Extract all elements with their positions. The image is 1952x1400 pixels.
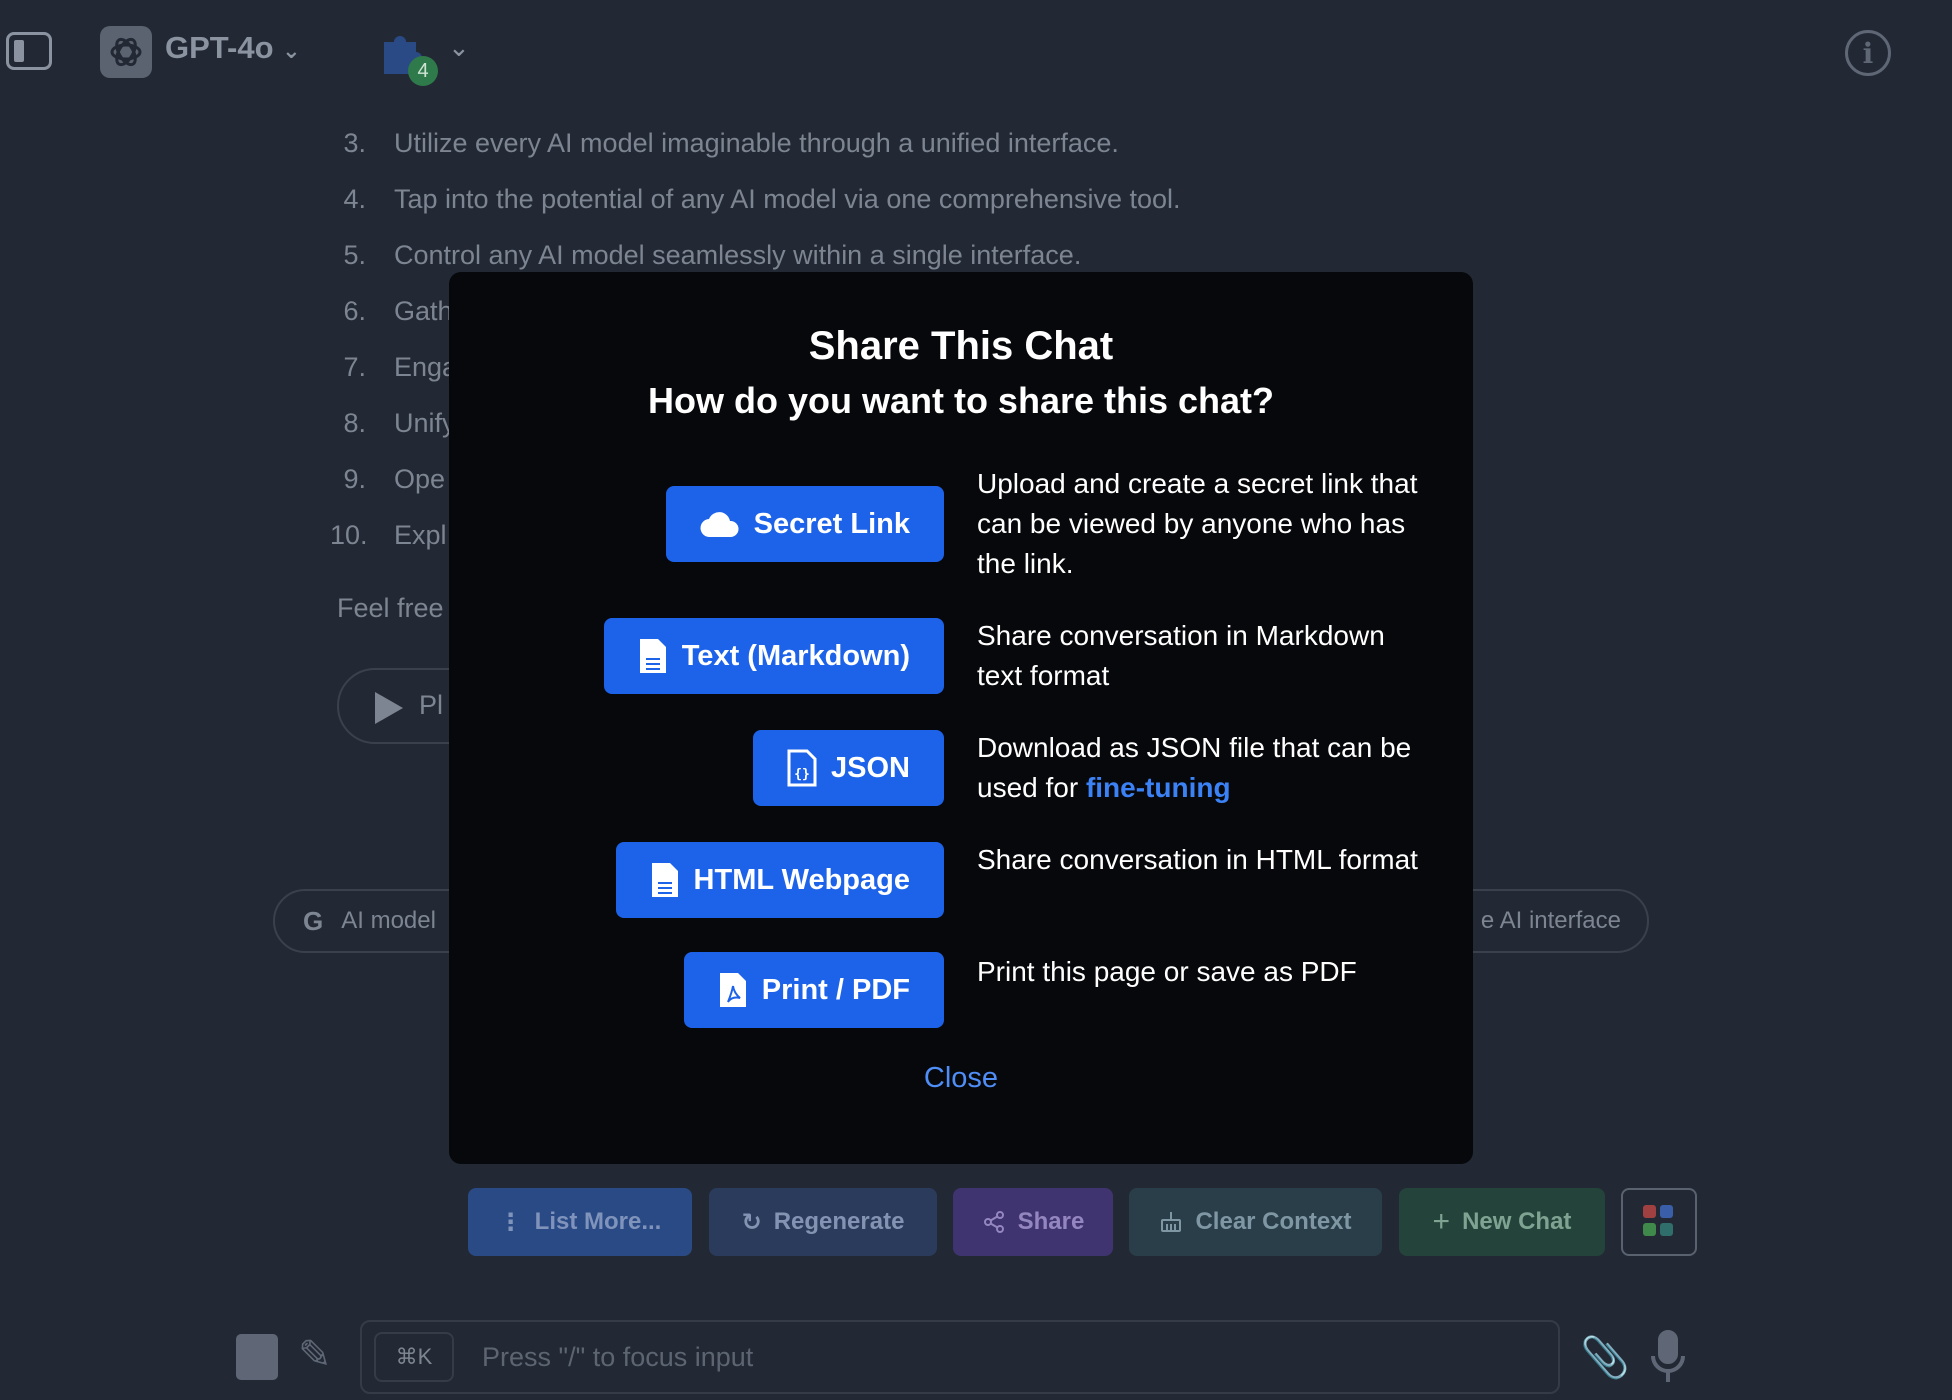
cloud-icon	[700, 512, 739, 538]
paperclip-icon[interactable]: 📎	[1580, 1334, 1630, 1381]
regenerate-button[interactable]: ↻ Regenerate	[709, 1188, 937, 1256]
google-icon: G	[303, 905, 324, 936]
json-file-icon: {}	[787, 749, 817, 787]
chip-label: e AI interface	[1480, 907, 1621, 934]
apps-grid-button[interactable]	[1621, 1188, 1697, 1256]
feel-free-text: Feel free	[337, 593, 444, 623]
plugin-chevron-down-icon[interactable]: ⌄	[448, 32, 470, 63]
list-item: 3. Utilize every AI model imaginable thro…	[343, 128, 1119, 158]
pdf-file-icon	[719, 973, 746, 1007]
shortcut-badge: ⌘K	[374, 1332, 454, 1382]
html-webpage-button[interactable]: HTML Webpage	[615, 842, 944, 918]
play-icon	[375, 692, 403, 724]
close-button[interactable]: Close	[449, 1062, 1473, 1095]
plugin-count-badge: 4	[408, 56, 438, 86]
openai-logo-icon[interactable]	[100, 26, 152, 78]
share-icon	[983, 1211, 1004, 1233]
chat-input[interactable]: ⌘K Press "/" to focus input	[360, 1320, 1560, 1394]
json-description: Download as JSON file that can be used f…	[977, 732, 1412, 803]
info-icon[interactable]: i	[1845, 30, 1891, 76]
prompt-library-icon[interactable]	[236, 1334, 278, 1380]
pen-icon[interactable]: ✎	[298, 1332, 344, 1378]
input-placeholder: Press "/" to focus input	[482, 1342, 754, 1372]
secret-link-button[interactable]: Secret Link	[665, 486, 944, 562]
list-more-button[interactable]: ⋮ List More...	[468, 1188, 692, 1256]
secret-link-description: Upload and create a secret link that can…	[977, 468, 1418, 579]
svg-text:{}: {}	[794, 767, 810, 782]
share-chat-modal: Share This Chat How do you want to share…	[449, 272, 1473, 1164]
new-chat-button[interactable]: + New Chat	[1399, 1188, 1605, 1256]
refresh-icon: ↻	[741, 1208, 762, 1236]
sidebar-toggle-icon[interactable]	[6, 32, 52, 70]
modal-title: Share This Chat	[808, 324, 1114, 368]
fine-tuning-link[interactable]: fine-tuning	[1086, 772, 1231, 803]
list-item: 4. Tap into the potential of any AI model…	[343, 184, 1181, 214]
share-button[interactable]: Share	[953, 1188, 1113, 1256]
chip-label: AI model	[341, 907, 436, 934]
plus-icon: +	[1432, 1205, 1451, 1238]
markdown-button[interactable]: Text (Markdown)	[603, 618, 944, 694]
markdown-description: Share conversation in Markdown text form…	[977, 620, 1385, 691]
broom-icon	[1161, 1212, 1182, 1232]
document-icon	[651, 863, 678, 897]
html-description: Share conversation in HTML format	[977, 844, 1418, 875]
microphone-icon[interactable]	[1650, 1330, 1686, 1386]
vertical-dots-icon: ⋮	[498, 1208, 523, 1236]
play-label: Pl	[419, 690, 444, 720]
json-button[interactable]: {} JSON	[753, 730, 944, 806]
model-selector[interactable]: GPT-4o ⌄	[165, 30, 301, 66]
chevron-down-icon: ⌄	[282, 38, 301, 63]
clear-context-button[interactable]: Clear Context	[1129, 1188, 1382, 1256]
modal-subtitle: How do you want to share this chat?	[647, 380, 1275, 421]
model-name-label: GPT-4o	[165, 30, 274, 65]
pdf-description: Print this page or save as PDF	[977, 956, 1357, 987]
document-icon	[639, 639, 666, 673]
print-pdf-button[interactable]: Print / PDF	[683, 952, 944, 1028]
